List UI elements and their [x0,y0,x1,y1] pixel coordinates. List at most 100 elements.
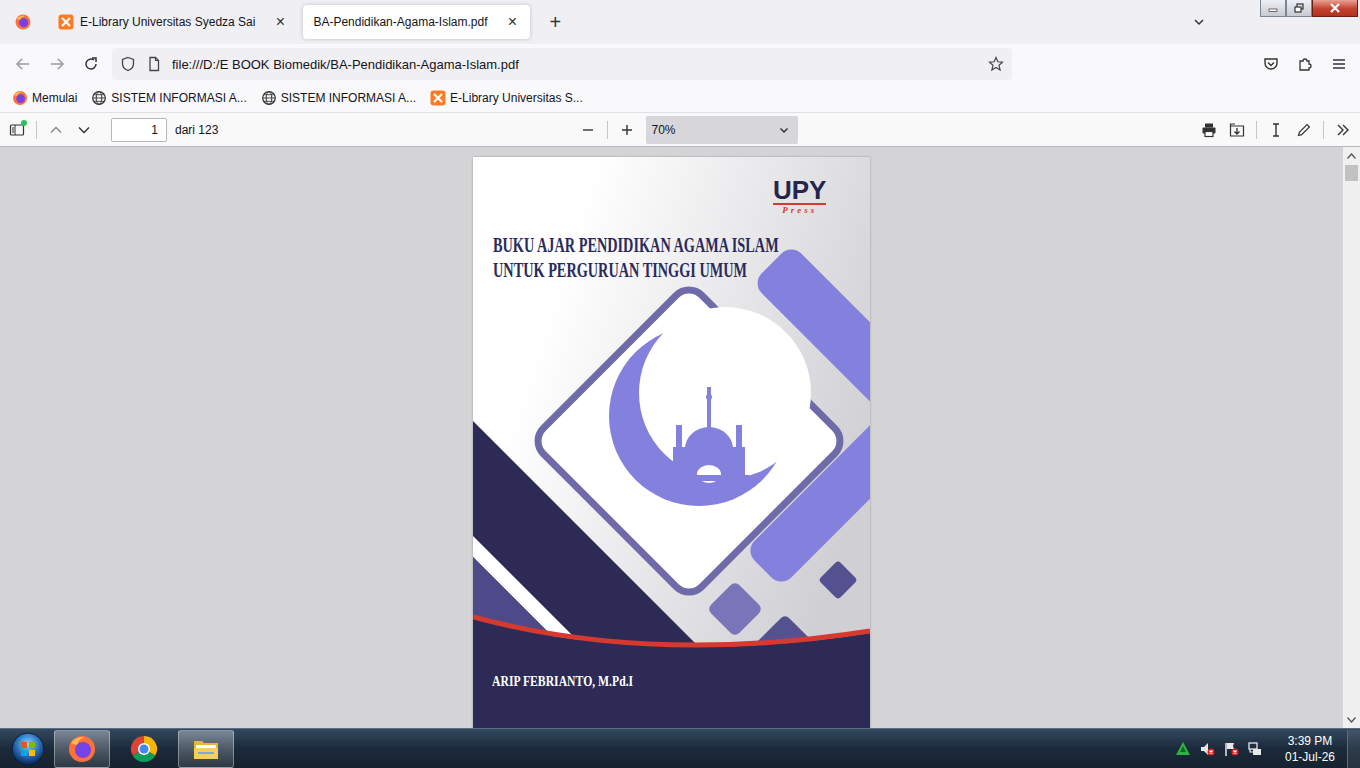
back-button[interactable] [8,49,38,79]
pdf-viewport: UPYPress BUKU AJAR PENDIDIKAN AGAMA ISLAM… [0,147,1343,728]
close-icon [1329,3,1341,13]
separator [36,121,37,139]
restore-icon [1294,3,1304,13]
clock-date: 01-Jul-26 [1285,749,1335,765]
new-tab-button[interactable]: + [542,8,570,36]
firefox-icon [15,14,31,30]
screen: E-Library Universitas Syedza Sai×BA-Pend… [0,0,1360,768]
zoom-controls: 70% [575,116,798,144]
minus-icon [580,122,596,138]
reload-button[interactable] [76,49,106,79]
xampp-icon [58,14,74,30]
restore-button[interactable] [1286,0,1312,17]
zoom-out-button[interactable] [575,117,601,143]
chevron-down-icon [76,122,92,138]
bookmark-label: E-Library Universitas S... [450,91,583,105]
forward-button[interactable] [42,49,72,79]
tab[interactable]: BA-Pendidikan-Agama-Islam.pdf × [303,5,529,39]
printer-icon [1201,122,1217,138]
upload-triangle-icon[interactable] [1175,741,1191,757]
hamburger-icon [1331,56,1347,72]
zoom-select[interactable]: 70% [646,116,798,144]
extensions-button[interactable] [1290,49,1320,79]
text-tool-button[interactable] [1263,117,1289,143]
tab-close-button[interactable]: × [271,14,289,30]
pocket-button[interactable] [1256,49,1286,79]
taskbar-app[interactable] [116,730,172,768]
bookmark-label: SISTEM INFORMASI A... [281,91,416,105]
globe-icon [261,90,277,106]
previous-page-button[interactable] [43,117,69,143]
scroll-down-icon [1347,717,1356,723]
publisher-logo: UPYPress [773,177,826,215]
vertical-scrollbar[interactable] [1343,147,1360,728]
puzzle-icon [1297,56,1313,72]
tab[interactable]: E-Library Universitas Syedza Sai× [48,5,297,39]
forward-arrow-icon [49,56,65,72]
next-page-button[interactable] [71,117,97,143]
network-icon[interactable] [1247,741,1263,757]
chevron-up-icon [48,122,64,138]
pdf-page: UPYPress BUKU AJAR PENDIDIKAN AGAMA ISLAM… [473,157,870,728]
taskbar-app[interactable] [54,730,110,768]
text-cursor-icon [1268,122,1284,138]
pen-icon [1296,122,1312,138]
start-button[interactable] [8,730,48,768]
download-icon [1229,122,1245,138]
separator [1323,121,1324,139]
firefox-view-button[interactable] [10,9,36,35]
book-author: ARIP FEBRIANTO, M.Pd.I [492,673,633,690]
plus-icon [619,122,635,138]
save-button[interactable] [1224,117,1250,143]
list-all-tabs-button[interactable] [1186,9,1212,35]
action-center-flag-icon[interactable] [1223,741,1239,757]
dropdown-arrow-icon [778,124,790,136]
scroll-track [1343,164,1360,711]
bookmark-item[interactable]: E-Library Universitas S... [426,88,587,108]
globe-icon [91,90,107,106]
bookmark-label: SISTEM INFORMASI A... [111,91,246,105]
firefox-icon [12,90,28,106]
bookmark-star-icon[interactable] [988,56,1004,72]
bookmark-item[interactable]: SISTEM INFORMASI A... [87,88,250,108]
scroll-up-icon [1347,153,1356,159]
back-arrow-icon [15,56,31,72]
scroll-thumb[interactable] [1345,165,1358,181]
more-tools-button[interactable] [1330,117,1356,143]
title-line: BUKU AJAR PENDIDIKAN AGAMA ISLAM [493,233,779,258]
chevron-down-icon [1192,15,1206,29]
chrome-icon [129,734,159,764]
volume-muted-icon[interactable] [1199,741,1215,757]
bookmark-item[interactable]: Memulai [8,88,81,108]
navigation-bar: file:///D:/E BOOK Biomedik/BA-Pendidikan… [0,44,1360,84]
draw-tool-button[interactable] [1291,117,1317,143]
tab-close-button[interactable]: × [504,14,522,30]
shield-icon [120,56,136,72]
address-bar[interactable]: file:///D:/E BOOK Biomedik/BA-Pendidikan… [112,48,1012,80]
scroll-up-button[interactable] [1343,147,1360,164]
page-number-field[interactable]: 1 [111,118,167,142]
menu-button[interactable] [1324,49,1354,79]
clock-time: 3:39 PM [1288,733,1333,749]
bookmark-item[interactable]: SISTEM INFORMASI A... [257,88,420,108]
close-button[interactable] [1312,0,1358,17]
page-icon [146,56,162,72]
bookmarks-bar: Memulai SISTEM INFORMASI A... SISTEM INFOR… [0,84,1360,113]
pdf-toolbar: 1dari 123 70% [0,113,1360,147]
show-desktop-button[interactable] [1347,730,1360,768]
scroll-down-button[interactable] [1343,711,1360,728]
zoom-value: 70% [652,123,676,137]
double-chevron-icon [1335,122,1351,138]
taskbar-app[interactable] [178,730,234,768]
print-button[interactable] [1196,117,1222,143]
separator [607,121,608,139]
address-text[interactable]: file:///D:/E BOOK Biomedik/BA-Pendidikan… [172,57,978,72]
clock[interactable]: 3:39 PM01-Jul-26 [1279,733,1341,765]
zoom-in-button[interactable] [614,117,640,143]
taskbar: 3:39 PM01-Jul-26 [0,728,1360,768]
pdf-toolbar-left: 1dari 123 [0,117,563,143]
folder-icon [191,734,221,764]
tab-label: BA-Pendidikan-Agama-Islam.pdf [313,15,487,29]
minimize-button[interactable] [1260,0,1286,17]
sidebar-toggle-button[interactable] [4,117,30,143]
